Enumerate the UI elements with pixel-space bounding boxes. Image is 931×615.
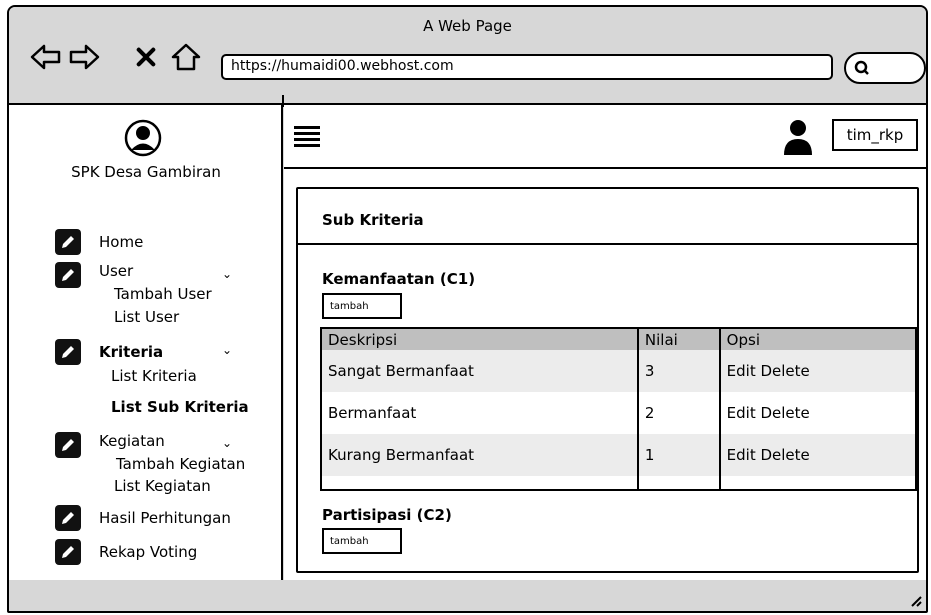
section-title-c1: Kemanfaatan (C1) [322,270,476,288]
edit-icon [55,505,81,531]
sidebar-subitem-list-sub-kriteria[interactable]: List Sub Kriteria [111,398,249,416]
cell-deskripsi: Sangat Bermanfaat [321,350,638,392]
column-header: Opsi [718,328,916,350]
sidebar-item-home[interactable]: Home [55,229,143,255]
cell-opsi-edit-delete[interactable]: Edit Delete [718,434,916,476]
search-icon [854,60,869,75]
cell-deskripsi: Kurang Bermanfaat [321,434,638,476]
cell-nilai: 2 [636,392,720,434]
hamburger-menu-icon[interactable] [294,125,320,149]
edit-icon [55,539,81,565]
column-header: Deskripsi [321,328,638,350]
sidebar-item-hasil-perhitungan[interactable]: Hasil Perhitungan [55,505,231,531]
card-divider [298,243,917,245]
table-filler-row [321,476,916,490]
browser-search-box[interactable] [844,52,926,84]
sub-kriteria-table: Deskripsi Nilai Opsi Sangat Bermanfaat 3… [320,327,917,491]
chevron-down-icon[interactable]: ⌄ [222,267,232,281]
chevron-down-icon[interactable]: ⌄ [222,343,232,357]
sidebar-item-label: Rekap Voting [99,543,198,561]
table-header-row: Deskripsi Nilai Opsi [321,328,916,350]
back-arrow-icon[interactable] [29,42,63,72]
profile-avatar-icon [124,119,162,157]
sidebar-subitem-list-kegiatan[interactable]: List Kegiatan [114,477,211,495]
cell-opsi-edit-delete[interactable]: Edit Delete [718,392,916,434]
browser-window: A Web Page https://humaidi00.webhost.com [7,5,928,613]
table-row: Kurang Bermanfaat 1 Edit Delete [321,434,916,476]
add-button-c2[interactable]: tambah [322,528,402,554]
chevron-down-icon[interactable]: ⌄ [222,436,232,450]
home-icon[interactable] [169,42,203,72]
sidebar-item-label: Kegiatan [99,432,165,450]
resize-grip-icon[interactable] [908,593,922,607]
table-row: Bermanfaat 2 Edit Delete [321,392,916,434]
cell-opsi-edit-delete[interactable]: Edit Delete [718,350,916,392]
edit-icon [55,432,81,458]
user-icon[interactable] [782,119,814,155]
forward-arrow-icon[interactable] [67,42,101,72]
edit-icon [55,229,81,255]
cell-nilai: 3 [636,350,720,392]
cell-nilai: 1 [636,434,720,476]
app-brand: SPK Desa Gambiran [71,163,221,181]
sidebar-item-label: Hasil Perhitungan [99,509,231,527]
edit-icon [55,339,81,365]
sidebar: SPK Desa Gambiran Home User ⌄ Tambah Use… [9,105,283,580]
browser-toolbar: A Web Page https://humaidi00.webhost.com [9,7,926,105]
sidebar-item-label: Home [99,233,144,251]
topbar-divider [284,167,926,169]
url-input[interactable]: https://humaidi00.webhost.com [221,54,833,80]
username-badge[interactable]: tim_rkp [832,119,918,151]
close-x-icon[interactable] [135,42,157,72]
window-title: A Web Page [423,17,512,35]
sidebar-subitem-tambah-user[interactable]: Tambah User [114,285,212,303]
sidebar-item-label: User [99,262,134,280]
sidebar-subitem-list-kriteria[interactable]: List Kriteria [111,367,197,385]
sidebar-item-label: Kriteria [99,343,164,361]
sidebar-subitem-list-user[interactable]: List User [114,308,179,326]
card-title: Sub Kriteria [322,211,424,229]
section-title-c2: Partisipasi (C2) [322,506,452,524]
sidebar-item-kriteria[interactable]: Kriteria [55,339,163,365]
sidebar-subitem-tambah-kegiatan[interactable]: Tambah Kegiatan [116,455,245,473]
add-button-c1[interactable]: tambah [322,293,402,319]
sub-kriteria-card: Sub Kriteria Kemanfaatan (C1) tambah Des… [296,187,919,573]
edit-icon [55,262,81,288]
column-header: Nilai [636,328,720,350]
cell-deskripsi: Bermanfaat [328,404,417,422]
table-row: Sangat Bermanfaat 3 Edit Delete [321,350,916,392]
sidebar-item-rekap-voting[interactable]: Rekap Voting [55,539,197,565]
main-content: tim_rkp Sub Kriteria Kemanfaatan (C1) ta… [284,105,926,580]
